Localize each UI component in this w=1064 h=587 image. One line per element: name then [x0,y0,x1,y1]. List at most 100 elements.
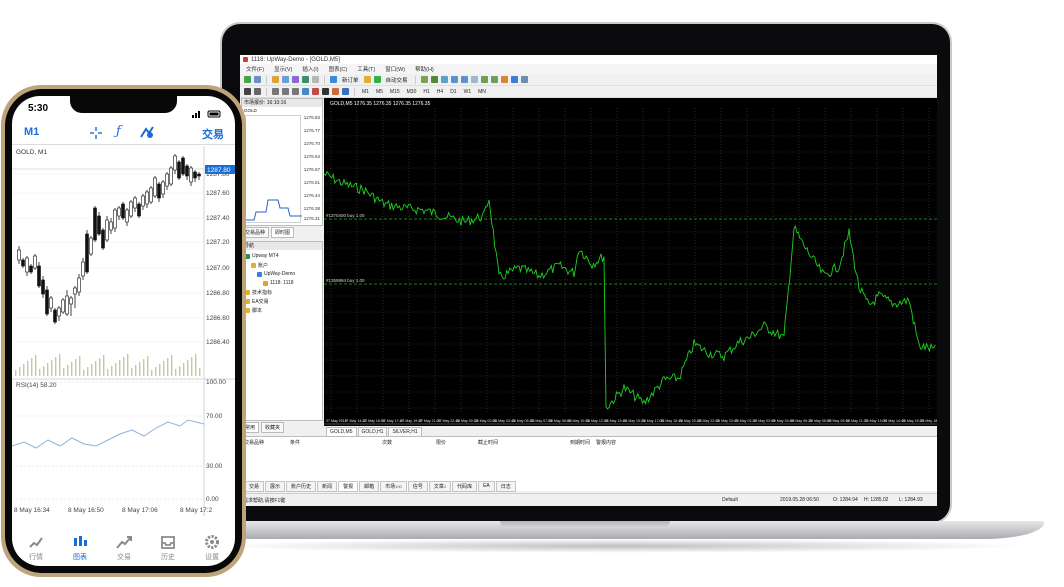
periods-icon[interactable] [510,76,518,83]
mobile-chart-background [12,146,235,526]
cursor-icon[interactable] [244,88,251,95]
tab-tick-chart[interactable]: 即时图 [271,227,295,238]
timeframe-m15[interactable]: M15 [388,89,402,95]
zoom-in-icon[interactable] [450,76,458,83]
line-chart-icon[interactable] [440,76,448,83]
profiles-icon[interactable] [254,76,261,83]
menu-view[interactable]: 显示(V) [274,65,292,73]
fibonacci-icon[interactable] [312,88,319,95]
term-tab-mailbox[interactable]: 邮箱 [359,481,380,492]
menu-file[interactable]: 文件(F) [246,65,264,73]
chart-shift-icon[interactable] [490,76,498,83]
nav-chart[interactable]: 图表 [58,534,102,562]
nav-quotes[interactable]: 行情 [14,534,58,562]
vertical-line-icon[interactable] [272,88,279,95]
trade-button[interactable]: 交易 [202,126,224,142]
timeframe-d1[interactable]: D1 [448,89,458,95]
menu-help[interactable]: 帮助(H) [415,65,434,73]
nav-item-accounts[interactable]: 账户 [251,262,268,269]
term-tab-alerts[interactable]: 警报 [338,481,359,492]
nav-item-server[interactable]: UpWay-Demo [257,271,295,277]
crosshair-icon[interactable] [254,88,261,95]
autoscroll-icon[interactable] [480,76,488,83]
col-counter[interactable]: 次数 [382,439,392,446]
timeframe-w1[interactable]: W1 [462,89,474,95]
order-label: #1370400 buy 1.00 [326,213,365,218]
nav-item-account[interactable]: 1118: 1118 [263,280,294,286]
col-symbol[interactable]: 交易品种 [244,439,264,446]
navigator-icon[interactable] [292,76,299,83]
menu-insert[interactable]: 插入(I) [302,65,318,73]
timeframe-m30[interactable]: M30 [405,89,419,95]
nav-item-indicators[interactable]: 技术指标 [245,289,272,296]
new-chart-icon[interactable] [244,76,251,83]
term-tab-ea[interactable]: EA [478,481,495,492]
mobile-chart[interactable]: GOLD, M1 1287.80 1287.60 1287.40 1287.20 1287… [12,146,235,526]
window-titlebar: 1118: UpWay-Demo - [GOLD,M5] [240,55,937,64]
timeframe-m1[interactable]: M1 [360,89,371,95]
volume-bar [171,355,173,376]
term-tab-journal[interactable]: 日志 [495,481,516,492]
timeframe-h4[interactable]: H4 [435,89,445,95]
col-expiration[interactable]: 到期时间 [570,439,590,446]
nav-settings[interactable]: 设置 [190,534,234,562]
meta-editor-icon[interactable] [363,76,371,83]
volume-bar [67,365,69,376]
term-tab-signals[interactable]: 信号 [407,481,428,492]
col-condition[interactable]: 条件 [290,439,300,446]
menu-charts[interactable]: 图表(C) [329,65,348,73]
term-tab-codebase[interactable]: 代码库 [452,481,478,492]
term-tab-trade[interactable]: 交易 [244,481,265,492]
term-tab-news[interactable]: 新闻 [317,481,338,492]
candlestick-icon[interactable] [430,76,438,83]
nav-history[interactable]: 历史 [146,534,190,562]
zoom-out-icon[interactable] [460,76,468,83]
volume-bar [19,367,21,376]
data-window-icon[interactable] [282,76,289,83]
gear-icon [205,535,219,549]
new-order-button[interactable]: 新订单 [340,76,361,84]
volume-bar [135,365,137,376]
menu-window[interactable]: 窗口(W) [385,65,405,73]
nav-item-experts[interactable]: EA交易 [245,298,269,305]
candle-body [113,209,117,229]
horizontal-line-icon[interactable] [282,88,289,95]
timeframe-m5[interactable]: M5 [374,89,385,95]
nav-item-scripts[interactable]: 脚本 [245,307,262,314]
tester-icon[interactable] [312,76,319,83]
nav-item-root[interactable]: Upway MT4 [245,253,279,259]
indicators-icon[interactable] [500,76,508,83]
price-axis-label: 1286.40 [206,339,230,346]
col-timeout[interactable]: 截止时间 [478,439,498,446]
bar-chart-icon[interactable] [420,76,428,83]
term-tab-history[interactable]: 账户历史 [286,481,317,492]
price-chart[interactable]: GOLD,M5 1276.35 1276.35 1276.35 1276.35 #… [324,98,937,426]
arrows-icon[interactable] [342,88,349,95]
timeframe-h1[interactable]: H1 [421,89,431,95]
tile-windows-icon[interactable] [470,76,478,83]
nav-trade[interactable]: 交易 [102,534,146,562]
channel-icon[interactable] [302,88,309,95]
market-watch-symbol[interactable]: GOLD [244,108,257,113]
auto-trade-button[interactable]: 自动交易 [384,76,410,84]
label-tool-icon[interactable] [332,88,339,95]
terminal-icon[interactable] [302,76,309,83]
tab-favorites[interactable]: 收藏夹 [261,422,285,433]
objects-icon[interactable] [140,125,154,143]
market-watch-icon[interactable] [272,76,279,83]
trendline-icon[interactable] [292,88,299,95]
col-event[interactable]: 警报内容 [596,439,616,446]
col-limit[interactable]: 限价 [436,439,446,446]
volume-bar [23,364,25,376]
timeframe-mn[interactable]: MN [476,89,488,95]
text-tool-icon[interactable] [322,88,329,95]
term-tab-market[interactable]: 市场100 [380,481,407,492]
term-tab-articles[interactable]: 文章2 [428,481,452,492]
timeframe-selector[interactable]: M1 [24,126,39,138]
indicators-icon[interactable]: ƒ [116,124,121,139]
term-tab-exposure[interactable]: 展示 [265,481,286,492]
templates-icon[interactable] [520,76,528,83]
crosshair-icon[interactable] [90,126,102,144]
menu-tools[interactable]: 工具(T) [357,65,375,73]
chart-area[interactable]: GOLD,M5 1276.35 1276.35 1276.35 1276.35 #… [324,98,937,426]
